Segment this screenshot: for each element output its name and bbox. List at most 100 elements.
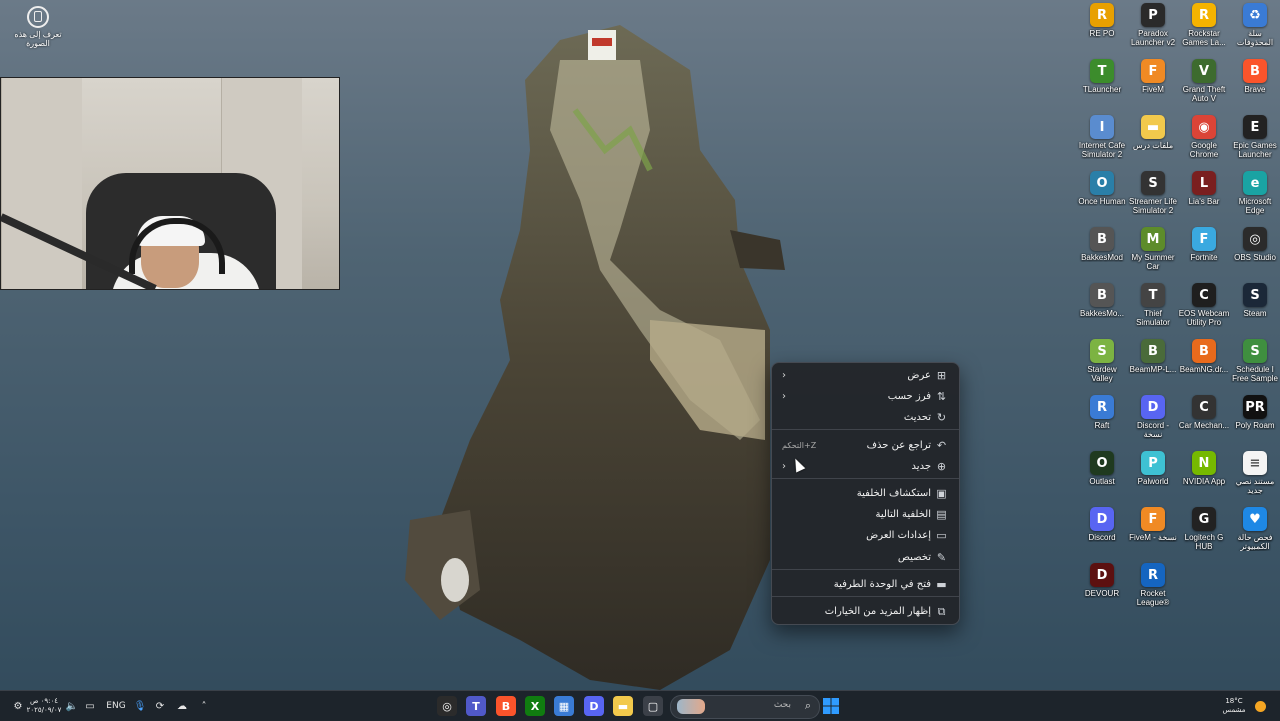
start-button[interactable]: [822, 696, 840, 716]
menu-item[interactable]: ▭ إعدادات العرض: [776, 525, 955, 545]
taskbar: ⚙ ٠٩:٠٤ ص ٢٠٢٥/٠٩/٠٧ 🔈 ▭ ENG 🎙 ⟳ ☁ ˄ ◎ T B…: [0, 690, 1280, 721]
teams-icon[interactable]: T: [466, 696, 486, 716]
desktop-icon-label: Stardew Valley: [1087, 365, 1117, 383]
volume-icon[interactable]: 🔈: [64, 696, 80, 716]
menu-item[interactable]: ▤ الخلفية التالية: [776, 504, 955, 524]
menu-item-label: تخصيص: [897, 551, 931, 563]
desktop-icon[interactable]: R Raft: [1076, 395, 1128, 430]
desktop-icon[interactable]: ◉ Google Chrome: [1178, 115, 1230, 159]
desktop-icon[interactable]: O Once Human: [1076, 171, 1128, 206]
menu-item-label: إظهار المزيد من الخيارات: [824, 605, 931, 617]
desktop-icon-label: Schedule I Free Sample: [1232, 365, 1278, 383]
discord-icon[interactable]: D: [584, 696, 604, 716]
desktop-icon[interactable]: B Brave: [1229, 59, 1280, 94]
settings-gear-icon[interactable]: ⚙: [10, 696, 26, 716]
desktop-icon[interactable]: C EOS Webcam Utility Pro: [1178, 283, 1230, 327]
store-icon[interactable]: ▦: [554, 696, 574, 716]
menu-item[interactable]: ↶ تراجع عن حذف Z+التحكم: [776, 435, 955, 455]
stardew-icon: S: [1090, 339, 1114, 363]
desktop-icon[interactable]: B BeamNG.dr...: [1178, 339, 1230, 374]
desktop-icon[interactable]: ≡ مستند نصي جديد: [1229, 451, 1280, 495]
brave-icon[interactable]: B: [496, 696, 516, 716]
sync-icon[interactable]: ⟳: [152, 696, 168, 716]
weather-sun-icon[interactable]: [1252, 696, 1268, 716]
desktop-icon[interactable]: B BakkesMod: [1076, 227, 1128, 262]
desktop-icon[interactable]: P Palworld: [1127, 451, 1179, 486]
desktop-icon[interactable]: D DEVOUR: [1076, 563, 1128, 598]
desktop-icon-label: ملفات درس: [1132, 141, 1174, 150]
background-cabinet: [1, 78, 82, 289]
outlast-icon: O: [1090, 451, 1114, 475]
terminal-icon: ▬: [936, 577, 947, 591]
desktop-icon[interactable]: V Grand Theft Auto V: [1178, 59, 1230, 103]
desktop-icon[interactable]: S Steam: [1229, 283, 1280, 318]
menu-item[interactable]: ▬ فتح في الوحدة الطرفية: [776, 574, 955, 594]
menu-item-label: جديد: [911, 460, 931, 472]
desktop-icon[interactable]: ◎ OBS Studio: [1229, 227, 1280, 262]
liar-icon: L: [1192, 171, 1216, 195]
weather-widget[interactable]: 18°C مشمس: [1218, 696, 1250, 716]
desktop-icon[interactable]: S Streamer Life Simulator 2: [1127, 171, 1179, 215]
menu-item[interactable]: ▣ استكشاف الخلفية: [776, 483, 955, 503]
desktop-icon[interactable]: B BakkesMo...: [1076, 283, 1128, 318]
desktop-icon[interactable]: R Rocket League®: [1127, 563, 1179, 607]
desktop-icon[interactable]: S Stardew Valley: [1076, 339, 1128, 383]
desktop-icon[interactable]: E Epic Games Launcher: [1229, 115, 1280, 159]
desktop-icon[interactable]: P Paradox Launcher v2: [1127, 3, 1179, 47]
desktop-icon[interactable]: T Thief Simulator: [1127, 283, 1179, 327]
ghub-icon: G: [1192, 507, 1216, 531]
desktop-icon[interactable]: S Schedule I Free Sample: [1229, 339, 1280, 383]
webcam-overlay: [0, 77, 340, 290]
gta-icon: V: [1192, 59, 1216, 83]
desktop-icon[interactable]: G Logitech G HUB: [1178, 507, 1230, 551]
launcher-icon: P: [1141, 3, 1165, 27]
tlauncher-icon: T: [1090, 59, 1114, 83]
desktop-icon[interactable]: D Discord - نسخة: [1127, 395, 1179, 439]
language-indicator[interactable]: ENG: [104, 696, 128, 716]
desktop-icon[interactable]: C Car Mechan...: [1178, 395, 1230, 430]
clock[interactable]: ٠٩:٠٤ ص ٢٠٢٥/٠٩/٠٧: [26, 696, 62, 716]
desktop-icon[interactable]: ♥ فحص حالة الكمبيوتر: [1229, 507, 1280, 551]
obs-icon[interactable]: ◎: [437, 696, 457, 716]
menu-item-label: تحديث: [903, 411, 931, 423]
desktop-icon[interactable]: F Fortnite: [1178, 227, 1230, 262]
microphone-icon[interactable]: 🎙: [132, 696, 148, 716]
chevron-left-icon: ‹: [782, 390, 786, 402]
menu-item[interactable]: ⧉ إظهار المزيد من الخيارات: [776, 601, 955, 621]
desktop-icon[interactable]: R Rockstar Games La...: [1178, 3, 1230, 47]
desktop-icon[interactable]: D Discord: [1076, 507, 1128, 542]
onedrive-icon[interactable]: ☁: [174, 696, 190, 716]
learn-about-picture-shortcut[interactable]: تعرف إلى هذه الصورة: [10, 6, 66, 48]
explorer-icon[interactable]: ▬: [613, 696, 633, 716]
menu-separator: [772, 478, 959, 479]
menu-item[interactable]: ✎ تخصيص: [776, 547, 955, 567]
desktop-icon[interactable]: R RE PO: [1076, 3, 1128, 38]
desktop-icon[interactable]: L Lia's Bar: [1178, 171, 1230, 206]
menu-item-label: فرز حسب: [887, 390, 931, 402]
xbox-icon[interactable]: X: [525, 696, 545, 716]
desktop-icon[interactable]: ▬ ملفات درس: [1127, 115, 1179, 150]
desktop-icon[interactable]: O Outlast: [1076, 451, 1128, 486]
search-box[interactable]: بحث ⌕: [670, 695, 820, 719]
network-icon[interactable]: ▭: [82, 696, 98, 716]
desktop-icon[interactable]: I Internet Cafe Simulator 2: [1076, 115, 1128, 159]
desktop-icon[interactable]: B BeamMP-L...: [1127, 339, 1179, 374]
beamng-icon: B: [1192, 339, 1216, 363]
desktop-icon[interactable]: F FiveM - نسخة: [1127, 507, 1179, 542]
menu-item[interactable]: ⊞ عرض ‹: [776, 365, 955, 385]
chevron-up-icon[interactable]: ˄: [196, 696, 212, 716]
desktop-icon[interactable]: PR Poly Roam: [1229, 395, 1280, 430]
desktop-icon[interactable]: N NVIDIA App: [1178, 451, 1230, 486]
desktop-icon-label: Discord - نسخة: [1136, 421, 1169, 439]
desktop-icon[interactable]: e Microsoft Edge: [1229, 171, 1280, 215]
taskview-icon[interactable]: ▢: [643, 696, 663, 716]
desktop-icon-label: Steam: [1243, 309, 1267, 318]
desktop-icon[interactable]: ♻ سلة المحذوفات: [1229, 3, 1280, 47]
desktop-icon[interactable]: T TLauncher: [1076, 59, 1128, 94]
menu-item[interactable]: ⇅ فرز حسب ‹: [776, 386, 955, 406]
menu-item[interactable]: ↻ تحديث: [776, 407, 955, 427]
rockstar-icon: R: [1192, 3, 1216, 27]
desktop-icon[interactable]: F FiveM: [1127, 59, 1179, 94]
desktop-icon[interactable]: M My Summer Car: [1127, 227, 1179, 271]
desktop-icon-label: فحص حالة الكمبيوتر: [1237, 533, 1273, 551]
